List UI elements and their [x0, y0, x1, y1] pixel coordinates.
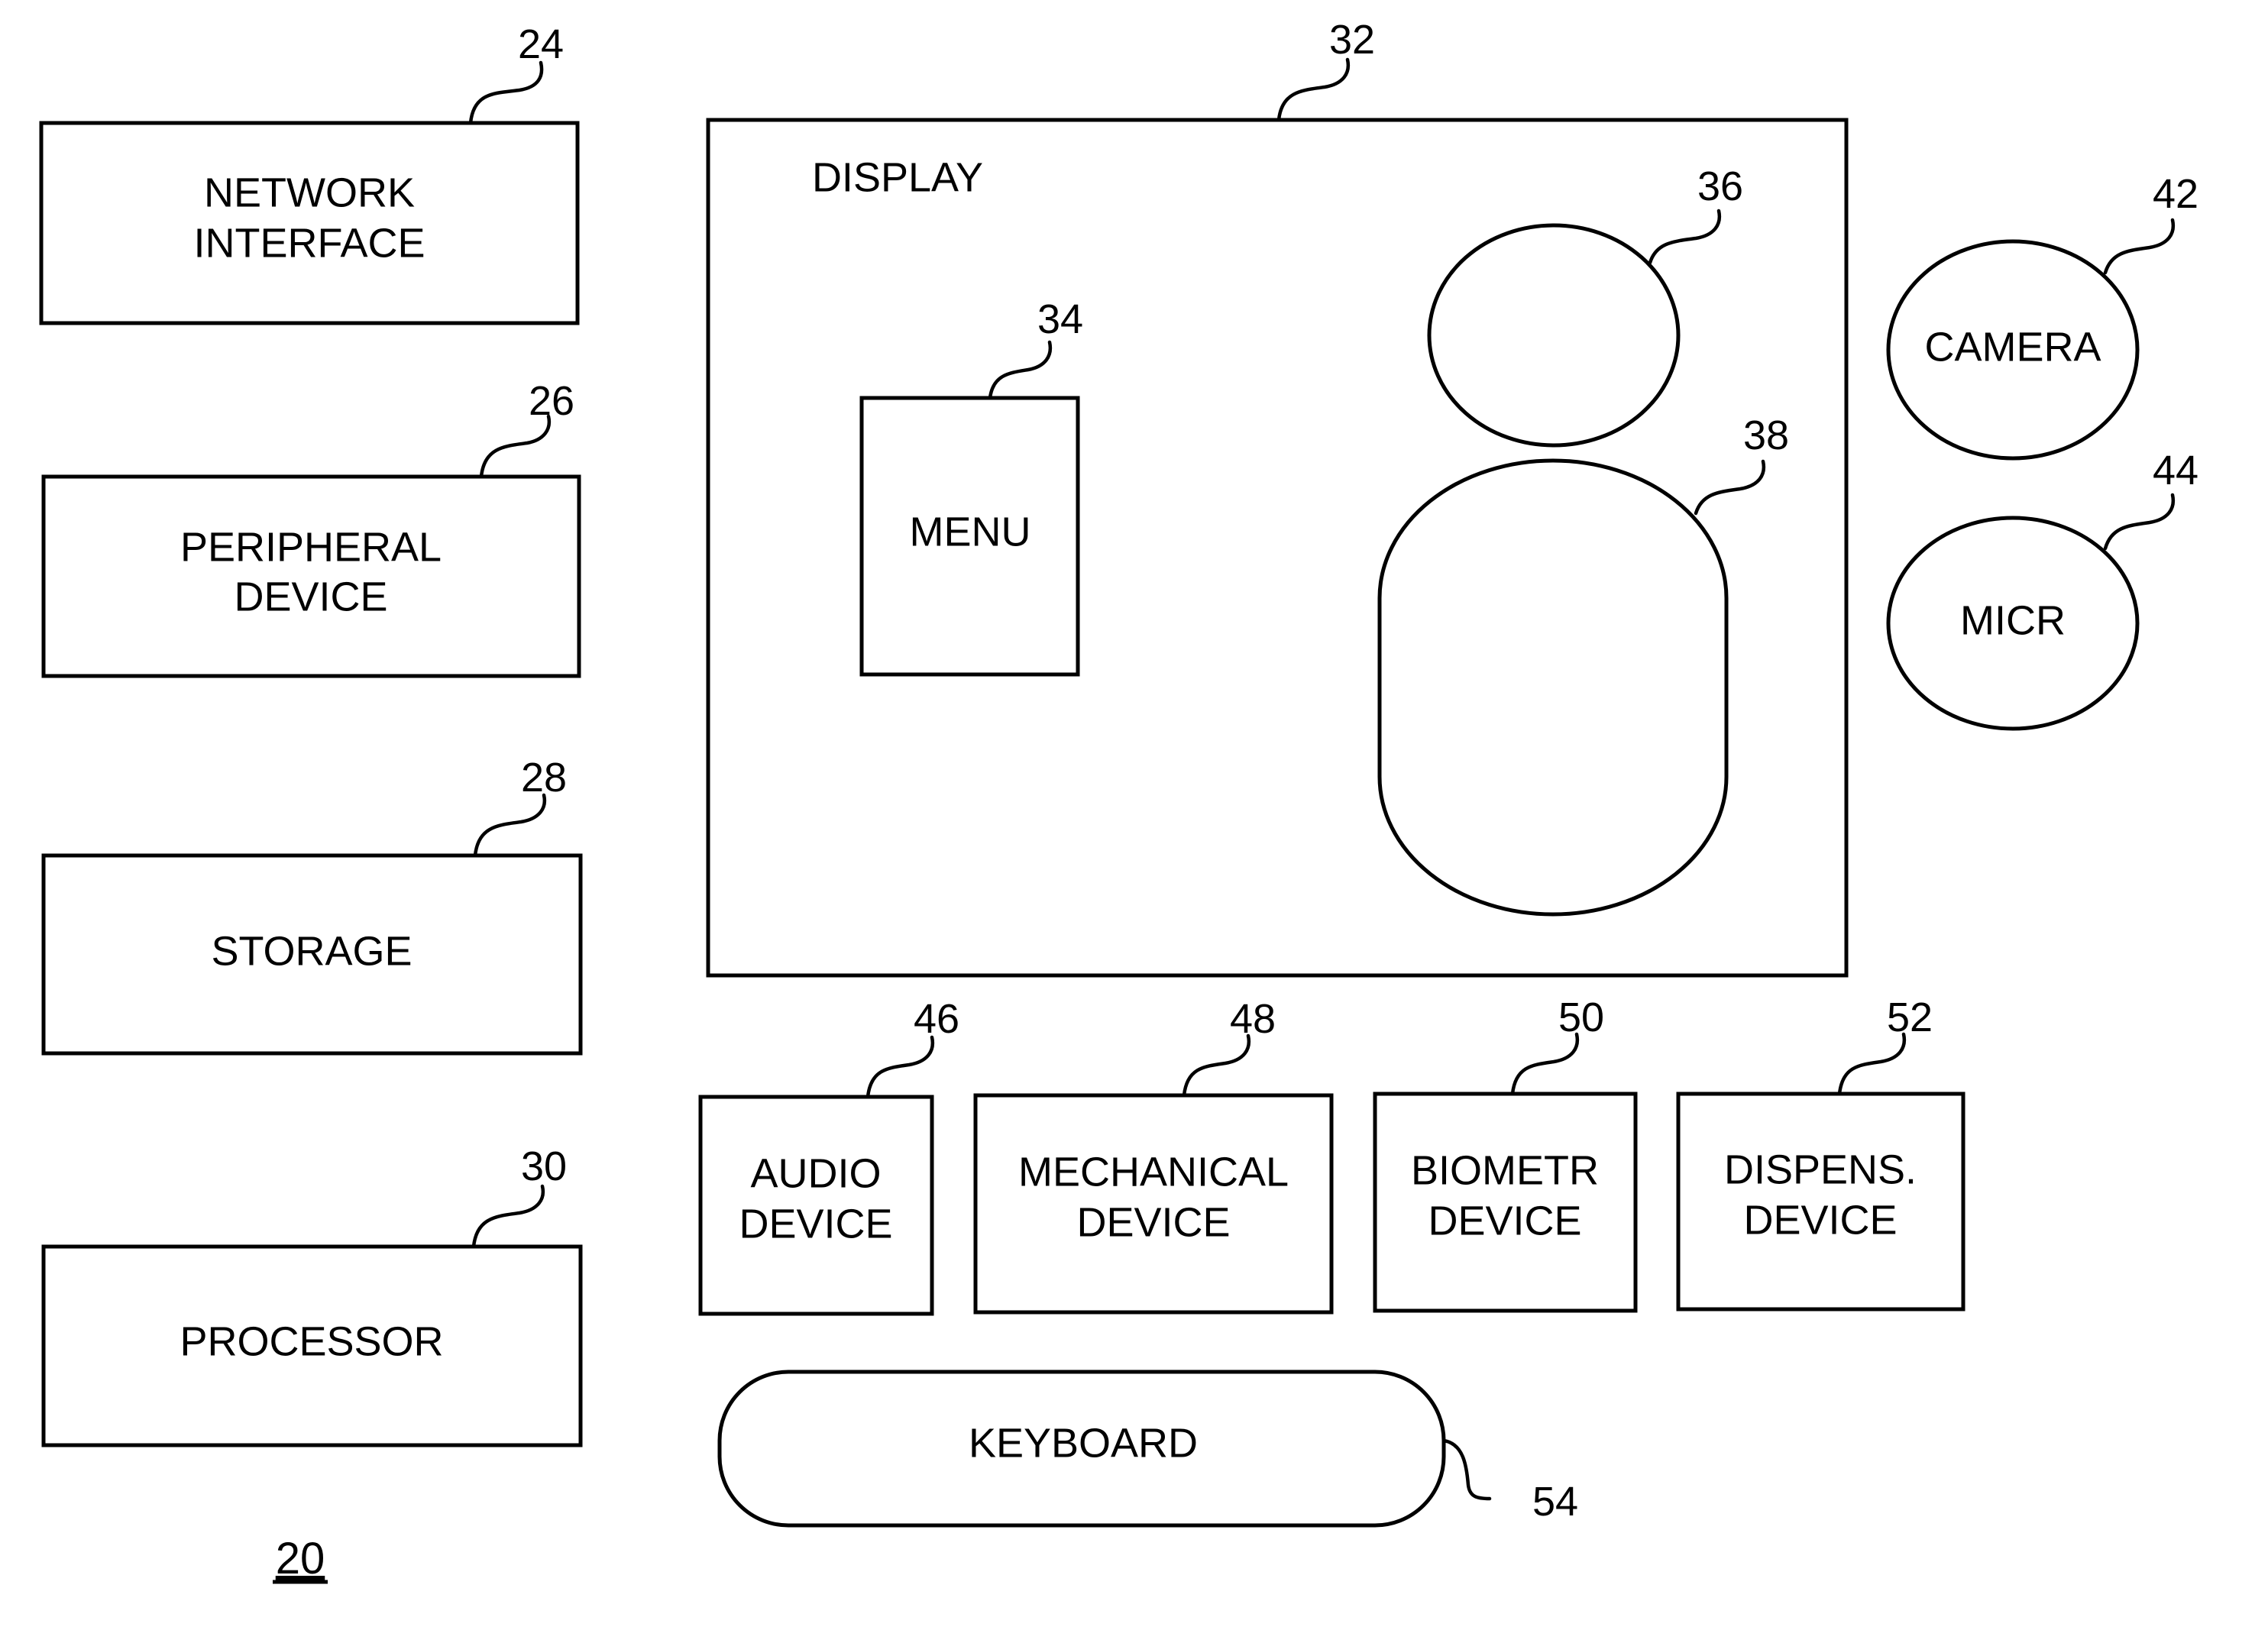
network-interface-label-line2: INTERFACE — [193, 220, 425, 266]
mechanical-device-leader-line — [1182, 1033, 1251, 1098]
storage-leader-line — [473, 793, 547, 858]
peripheral-device-ref-number: 26 — [529, 378, 574, 424]
dispensing-device-ref-number: 52 — [1887, 995, 1933, 1040]
biometric-device-ref-number: 50 — [1558, 995, 1604, 1040]
head-circle — [1427, 223, 1681, 448]
processor-block: PROCESSOR 30 — [41, 1143, 583, 1447]
keyboard-leader-line — [1441, 1438, 1492, 1501]
menu-label: MENU — [910, 509, 1031, 555]
camera-label: CAMERA — [1924, 324, 2101, 370]
peripheral-device-label-line2: DEVICE — [234, 574, 387, 619]
camera-ref-number: 42 — [2153, 171, 2198, 217]
audio-device-ref-number: 46 — [914, 996, 959, 1042]
biometric-device-block: BIOMETR DEVICE 50 — [1373, 995, 1638, 1313]
camera-block: CAMERA 42 — [1886, 171, 2198, 461]
mechanical-device-label-line2: DEVICE — [1076, 1199, 1230, 1245]
audio-device-leader-line — [865, 1035, 935, 1099]
processor-label: PROCESSOR — [180, 1318, 443, 1364]
audio-device-label-line1: AUDIO — [750, 1150, 881, 1196]
peripheral-device-leader-line — [479, 414, 552, 479]
processor-leader-line — [471, 1184, 545, 1249]
storage-label: STORAGE — [211, 928, 412, 974]
network-interface-leader-line — [468, 60, 544, 125]
dispensing-device-leader-line — [1837, 1032, 1907, 1096]
keyboard-label: KEYBOARD — [969, 1420, 1198, 1466]
body-capsule-ref-number: 38 — [1743, 412, 1789, 458]
mechanical-device-label-line1: MECHANICAL — [1018, 1149, 1289, 1195]
micr-leader-line — [2103, 493, 2176, 551]
display-block: DISPLAY 32 MENU 34 36 38 — [706, 17, 1849, 978]
audio-device-label-line2: DEVICE — [739, 1201, 892, 1247]
display-title: DISPLAY — [812, 154, 983, 200]
micr-block: MICR 44 — [1886, 448, 2198, 731]
keyboard-ref-number: 54 — [1532, 1479, 1578, 1525]
menu-ref-number: 34 — [1037, 296, 1083, 342]
micr-label: MICR — [1960, 597, 2066, 643]
network-interface-block: NETWORK INTERFACE 24 — [39, 21, 580, 325]
display-ref-number: 32 — [1329, 17, 1375, 63]
camera-leader-line — [2103, 218, 2176, 275]
mechanical-device-block: MECHANICAL DEVICE 48 — [973, 996, 1334, 1315]
network-interface-ref-number: 24 — [518, 21, 564, 67]
dispensing-device-label-line1: DISPENS. — [1724, 1147, 1917, 1192]
peripheral-device-label-line1: PERIPHERAL — [180, 524, 442, 570]
keyboard-block: KEYBOARD 54 — [717, 1370, 1578, 1528]
biometric-device-leader-line — [1510, 1032, 1580, 1096]
display-leader-line — [1276, 57, 1351, 122]
network-interface-label-line1: NETWORK — [204, 170, 415, 215]
head-circle-ref-number: 36 — [1697, 163, 1743, 209]
dispensing-device-block: DISPENS. DEVICE 52 — [1676, 995, 1965, 1311]
audio-device-block: AUDIO DEVICE 46 — [698, 996, 959, 1316]
micr-ref-number: 44 — [2153, 448, 2198, 493]
body-capsule — [1377, 458, 1729, 917]
mechanical-device-ref-number: 48 — [1230, 996, 1276, 1042]
processor-ref-number: 30 — [521, 1143, 567, 1189]
biometric-device-label-line1: BIOMETR — [1411, 1147, 1599, 1193]
biometric-device-label-line2: DEVICE — [1428, 1198, 1581, 1244]
storage-ref-number: 28 — [521, 755, 567, 800]
peripheral-device-block: PERIPHERAL DEVICE 26 — [41, 378, 581, 678]
storage-block: STORAGE 28 — [41, 755, 583, 1056]
dispensing-device-label-line2: DEVICE — [1743, 1197, 1897, 1243]
figure-number: 20 — [276, 1534, 325, 1583]
block-diagram: NETWORK INTERFACE 24 PERIPHERAL DEVICE 2… — [39, 17, 2198, 1584]
